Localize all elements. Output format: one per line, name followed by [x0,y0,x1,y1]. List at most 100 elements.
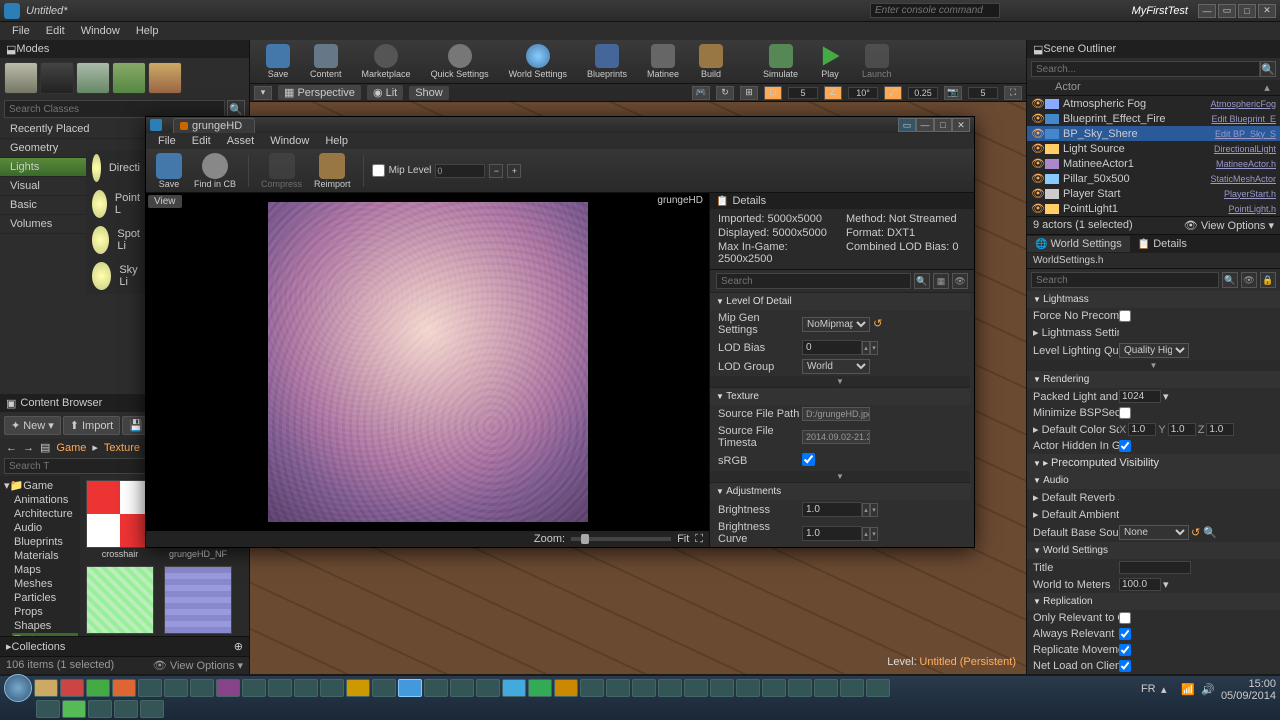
tree-meshes[interactable]: Meshes [12,577,78,591]
restore-button[interactable]: ▭ [1218,4,1236,18]
tree-maps[interactable]: Maps [12,563,78,577]
te-menu-asset[interactable]: Asset [219,135,263,147]
te-view-tab[interactable]: View [148,195,182,208]
search-icon[interactable]: 🔍 [914,273,930,289]
base-sound-select[interactable]: None [1119,525,1189,540]
menu-window[interactable]: Window [73,25,128,37]
taskbar-app-icon[interactable] [86,679,110,697]
reset-icon[interactable]: ↺ [1191,526,1201,539]
replicate-move-check[interactable] [1119,644,1131,656]
taskbar-app-icon[interactable] [36,700,60,718]
taskbar-app-icon[interactable] [346,679,370,697]
maximize-button[interactable]: □ [1238,4,1256,18]
tb-play[interactable]: Play [810,42,850,81]
tb-world-settings[interactable]: World Settings [501,42,575,81]
mipgen-select[interactable]: NoMipmaps [802,317,870,332]
geometry-mode-icon[interactable] [148,62,182,94]
srgb-check[interactable] [802,453,815,466]
te-menu-window[interactable]: Window [262,135,317,147]
taskbar-app-icon[interactable] [814,679,838,697]
min-bsp-check[interactable] [1119,407,1131,419]
crumb-game[interactable]: Game [56,442,86,454]
tray-lang[interactable]: FR [1141,683,1155,697]
te-maximize-button[interactable]: □ [934,118,952,132]
eye-icon[interactable]: 👁 [952,273,968,289]
start-button[interactable] [4,674,32,702]
net-load-check[interactable] [1119,660,1131,672]
taskbar-app-icon[interactable] [190,679,214,697]
sec-rendering[interactable]: Rendering [1027,371,1280,388]
tree-blueprints[interactable]: Blueprints [12,535,78,549]
sec-audio[interactable]: Audio [1027,472,1280,489]
taskbar-app-icon[interactable] [138,679,162,697]
sec-lightmass[interactable]: Lightmass [1027,291,1280,308]
brightness-input[interactable] [802,502,862,517]
expand-icon[interactable]: ▼ [710,376,970,387]
taskbar-app-icon[interactable] [606,679,630,697]
crumb-textures[interactable]: Texture [104,442,140,454]
vp-grid-snap-value[interactable] [788,87,818,99]
vp-maximize-icon[interactable]: ⛶ [1004,86,1022,100]
search-icon[interactable]: 🔍 [1222,272,1238,288]
tb-matinee[interactable]: Matinee [639,42,687,81]
scene-outliner-tab[interactable]: ⬓ Scene Outliner [1027,40,1280,58]
te-dock-button[interactable]: ▭ [898,118,916,132]
outliner-view-options[interactable]: 👁 View Options ▾ [1184,219,1274,232]
tray-clock[interactable]: 15:0005/09/2014 [1221,678,1276,702]
taskbar-app-icon[interactable] [268,679,292,697]
taskbar-app-icon[interactable] [60,679,84,697]
lock-icon[interactable]: 🔒 [1260,272,1276,288]
vp-perspective[interactable]: ▦ Perspective [278,85,361,100]
close-button[interactable]: ✕ [1258,4,1276,18]
mip-minus-button[interactable]: − [489,164,503,178]
asset-brick-n[interactable]: T_Brick_Clay_Beveled_N [162,566,234,636]
te-menu-file[interactable]: File [150,135,184,147]
te-close-button[interactable]: ✕ [952,118,970,132]
menu-edit[interactable]: Edit [38,25,73,37]
mip-plus-button[interactable]: + [507,164,521,178]
tb-marketplace[interactable]: Marketplace [354,42,419,81]
col-actor[interactable]: Actor [1055,81,1260,94]
texture-canvas[interactable] [146,193,709,531]
te-minimize-button[interactable]: — [916,118,934,132]
nav-fwd-icon[interactable]: → [23,442,34,454]
tab-world-settings[interactable]: 🌐 World Settings [1027,236,1130,252]
tree-props[interactable]: Props [12,605,78,619]
new-asset-button[interactable]: ✦ New ▾ [4,416,61,435]
expand-icon[interactable]: ▼ [710,471,970,482]
modes-tab[interactable]: ⬓ Modes [0,40,249,58]
outliner-row[interactable]: 👁Atmospheric FogAtmosphericFog [1027,96,1280,111]
outliner-row[interactable]: 👁Light SourceDirectionalLight [1027,141,1280,156]
taskbar-app-icon[interactable] [762,679,786,697]
zoom-slider[interactable] [571,537,671,541]
paint-mode-icon[interactable] [40,62,74,94]
details-search-input[interactable] [1031,272,1219,288]
taskbar-app-icon[interactable] [554,679,578,697]
dcs-x[interactable] [1128,423,1156,436]
te-tab[interactable]: grungeHD [173,118,255,133]
vp-show[interactable]: Show [409,86,449,100]
tb-simulate[interactable]: Simulate [755,42,806,81]
te-compress-button[interactable]: Compress [257,153,306,189]
tb-save[interactable]: Save [258,42,298,81]
vp-camera-speed-icon[interactable]: 📷 [944,86,962,100]
sec-lod[interactable]: Level Of Detail [710,293,970,310]
taskbar-app-icon[interactable] [788,679,812,697]
tree-animations[interactable]: Animations [12,493,78,507]
taskbar-app-icon[interactable] [398,679,422,697]
te-save-button[interactable]: Save [152,153,186,189]
outliner-row[interactable]: 👁Player StartPlayerStart.h [1027,186,1280,201]
outliner-row[interactable]: 👁Blueprint_Effect_FireEdit Blueprint_E [1027,111,1280,126]
vp-angle-snap-value[interactable] [848,87,878,99]
vp-grid-snap-toggle[interactable]: ⊡ [764,86,782,100]
sec-adjustments[interactable]: Adjustments [710,483,970,500]
minimize-button[interactable]: — [1198,4,1216,18]
cb-search-input[interactable] [4,458,165,474]
place-mode-icon[interactable] [4,62,38,94]
light-spot[interactable]: Spot Li [86,222,146,258]
vp-lit[interactable]: ◉ Lit [367,85,403,100]
vp-camera-speed[interactable] [968,87,998,99]
always-relevant-check[interactable] [1119,628,1131,640]
zoom-fit-button[interactable]: Fit [677,533,689,545]
taskbar-app-icon[interactable] [34,679,58,697]
